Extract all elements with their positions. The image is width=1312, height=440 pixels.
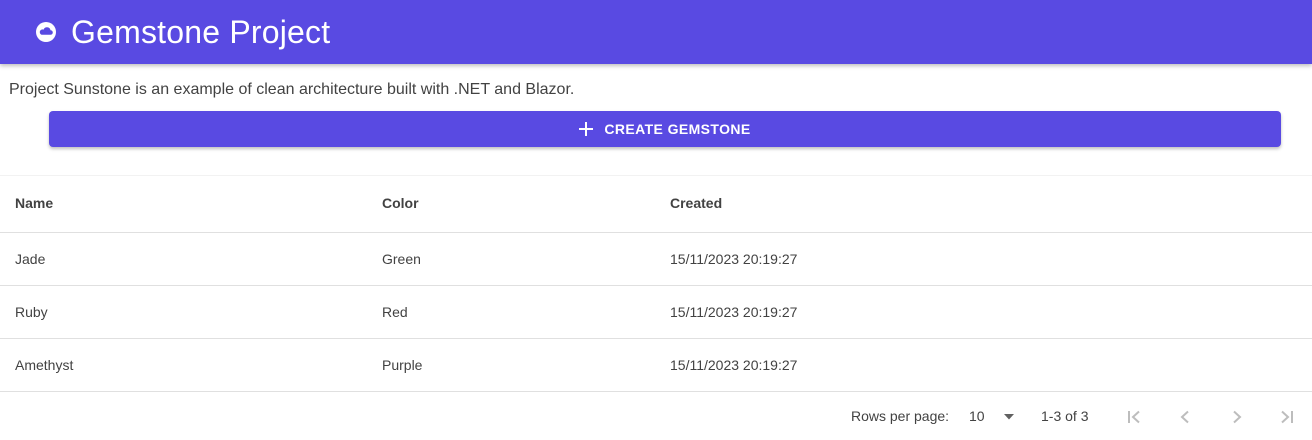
app-bar: Gemstone Project [0, 0, 1312, 64]
plus-icon [579, 122, 594, 136]
next-page-icon[interactable] [1226, 406, 1248, 428]
cell-created: 15/11/2023 20:19:27 [670, 357, 798, 373]
rows-per-page-select[interactable]: 10 [969, 408, 985, 424]
page-range: 1-3 of 3 [1041, 408, 1089, 424]
cloud-icon [36, 22, 56, 42]
column-header-color[interactable]: Color [382, 176, 419, 230]
cell-name: Ruby [15, 304, 48, 320]
cell-color: Green [382, 251, 421, 267]
cell-created: 15/11/2023 20:19:27 [670, 304, 798, 320]
table-row[interactable]: Ruby Red 15/11/2023 20:19:27 [0, 286, 1312, 339]
cell-name: Amethyst [15, 357, 74, 373]
intro-text: Project Sunstone is an example of clean … [9, 81, 575, 98]
caret-down-icon[interactable] [1003, 413, 1015, 421]
first-page-icon[interactable] [1123, 406, 1145, 428]
cell-color: Red [382, 304, 408, 320]
table-row[interactable]: Jade Green 15/11/2023 20:19:27 [0, 233, 1312, 286]
cell-name: Jade [15, 251, 46, 267]
rows-per-page-label: Rows per page: [851, 408, 950, 424]
create-gemstone-label: CREATE GEMSTONE [604, 121, 751, 137]
cell-color: Purple [382, 357, 423, 373]
cell-created: 15/11/2023 20:19:27 [670, 251, 798, 267]
app-title: Gemstone Project [71, 14, 331, 50]
table-pager: Rows per page: 10 1-3 of 3 [0, 391, 1312, 440]
column-header-created[interactable]: Created [670, 176, 722, 230]
table-header-row: Name Color Created [0, 176, 1312, 233]
last-page-icon[interactable] [1276, 406, 1298, 428]
table-row[interactable]: Amethyst Purple 15/11/2023 20:19:27 [0, 339, 1312, 392]
create-gemstone-button[interactable]: CREATE GEMSTONE [49, 111, 1281, 147]
column-header-name[interactable]: Name [15, 176, 53, 230]
previous-page-icon[interactable] [1174, 406, 1196, 428]
